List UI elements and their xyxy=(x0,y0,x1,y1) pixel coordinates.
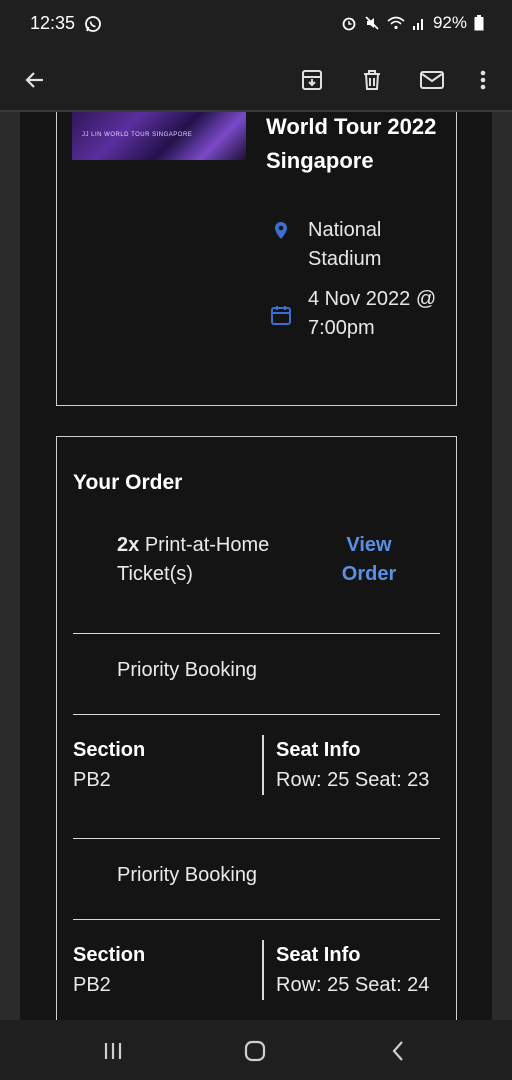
divider xyxy=(73,838,440,839)
more-vert-icon xyxy=(480,70,486,90)
recent-apps-button[interactable] xyxy=(95,1036,131,1066)
left-gutter xyxy=(0,112,20,1020)
section-label: Section xyxy=(73,739,146,761)
status-time: 12:35 xyxy=(30,13,76,33)
whatsapp-icon xyxy=(85,16,101,32)
seat-info-value: Row: 25 Seat: 23 xyxy=(276,769,430,791)
divider xyxy=(73,919,440,920)
ticket-summary: 2x Print-at-Home Ticket(s) xyxy=(117,531,317,589)
right-gutter xyxy=(492,112,512,1020)
calendar-icon xyxy=(271,306,291,325)
email-toolbar xyxy=(0,50,512,112)
seat-info-value: Row: 25 Seat: 24 xyxy=(276,974,430,996)
battery-icon xyxy=(474,15,484,31)
mail-icon xyxy=(420,71,444,89)
mark-unread-button[interactable] xyxy=(413,61,451,99)
status-icons: 92% xyxy=(341,13,484,33)
event-datetime: 4 Nov 2022 @ 7:00pm xyxy=(308,288,437,339)
battery-percent: 92% xyxy=(432,13,467,32)
event-poster: JJ LIN WORLD TOUR SINGAPORE xyxy=(72,112,246,160)
email-body: JJ LIN WORLD TOUR SINGAPORE World Tour 2… xyxy=(20,112,492,1020)
email-content[interactable]: JJ LIN WORLD TOUR SINGAPORE World Tour 2… xyxy=(0,112,512,1020)
home-icon xyxy=(244,1040,266,1062)
archive-icon xyxy=(302,70,322,90)
section-value: PB2 xyxy=(73,974,111,996)
trash-icon xyxy=(364,70,380,90)
divider xyxy=(73,633,440,634)
back-arrow-icon xyxy=(25,72,43,88)
ticket-quantity: 2x xyxy=(117,534,140,556)
event-title: World Tour 2022 Singapore xyxy=(266,114,437,173)
view-order-link[interactable]: View Order xyxy=(329,531,409,589)
poster-text: JJ LIN WORLD TOUR SINGAPORE xyxy=(82,132,193,138)
back-button[interactable] xyxy=(16,61,54,99)
back-nav-button[interactable] xyxy=(380,1036,416,1066)
back-chevron-icon xyxy=(392,1041,403,1061)
more-options-button[interactable] xyxy=(464,61,502,99)
event-venue: National Stadium xyxy=(308,219,382,270)
archive-button[interactable] xyxy=(293,61,331,99)
booking-type: Priority Booking xyxy=(117,864,258,886)
system-nav-bar xyxy=(0,1020,512,1080)
order-heading: Your Order xyxy=(73,471,183,494)
order-card: Your Order 2x Print-at-Home Ticket(s) Vi… xyxy=(56,436,457,1020)
event-card: JJ LIN WORLD TOUR SINGAPORE World Tour 2… xyxy=(56,112,457,406)
status-bar: 12:35 92% xyxy=(0,0,512,50)
column-divider xyxy=(262,735,264,795)
seat-info-label: Seat Info xyxy=(276,944,361,966)
seat-info-label: Seat Info xyxy=(276,739,361,761)
divider xyxy=(73,714,440,715)
home-button[interactable] xyxy=(237,1036,273,1066)
signal-icon xyxy=(412,19,423,30)
ticket-type: Print-at-Home Ticket(s) xyxy=(117,534,270,585)
column-divider xyxy=(262,940,264,1000)
section-label: Section xyxy=(73,944,146,966)
location-pin-icon xyxy=(275,222,287,239)
delete-button[interactable] xyxy=(353,61,391,99)
booking-type: Priority Booking xyxy=(117,659,258,681)
wifi-icon xyxy=(387,16,405,30)
recent-apps-icon xyxy=(104,1043,122,1059)
section-value: PB2 xyxy=(73,769,111,791)
alarm-icon xyxy=(342,17,356,31)
mute-icon xyxy=(365,16,379,30)
